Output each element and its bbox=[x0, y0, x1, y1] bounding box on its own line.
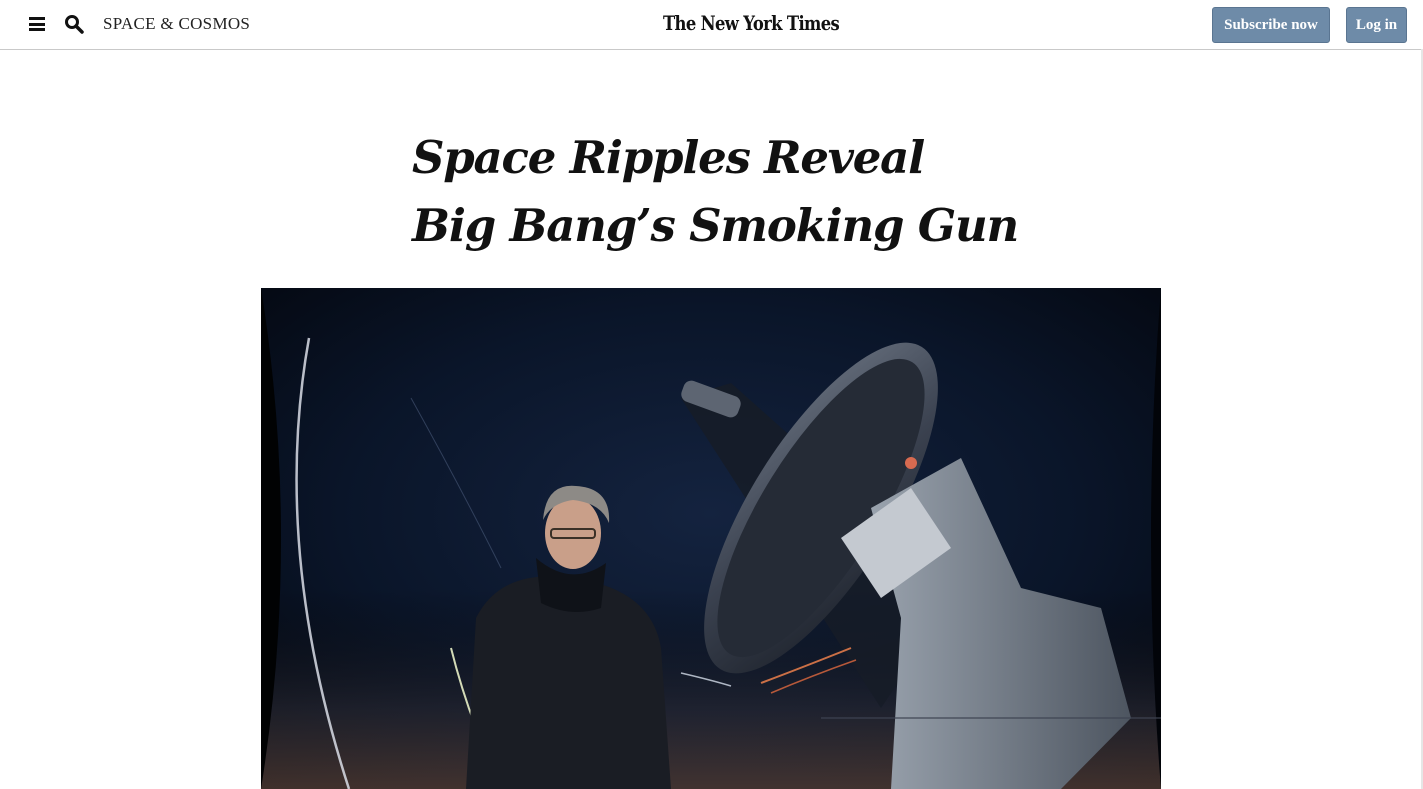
headline-line-2: Big Bang’s Smoking Gun bbox=[412, 199, 1019, 252]
hamburger-menu-icon[interactable] bbox=[29, 17, 45, 31]
subscribe-button[interactable]: Subscribe now bbox=[1212, 7, 1330, 43]
article-headline: Space Ripples Reveal Big Bang’s Smoking … bbox=[412, 124, 1052, 260]
section-link-space-cosmos[interactable]: SPACE & COSMOS bbox=[103, 14, 250, 34]
search-icon[interactable] bbox=[64, 14, 84, 34]
article-lead-photo bbox=[261, 288, 1161, 789]
scientist-face bbox=[545, 497, 601, 569]
nyt-logo[interactable]: The New York Times bbox=[663, 11, 840, 37]
telescope-light bbox=[905, 457, 917, 469]
top-navigation-bar: SPACE & COSMOS The New York Times Subscr… bbox=[0, 0, 1423, 50]
headline-line-1: Space Ripples Reveal bbox=[412, 131, 925, 184]
login-button[interactable]: Log in bbox=[1346, 7, 1407, 43]
